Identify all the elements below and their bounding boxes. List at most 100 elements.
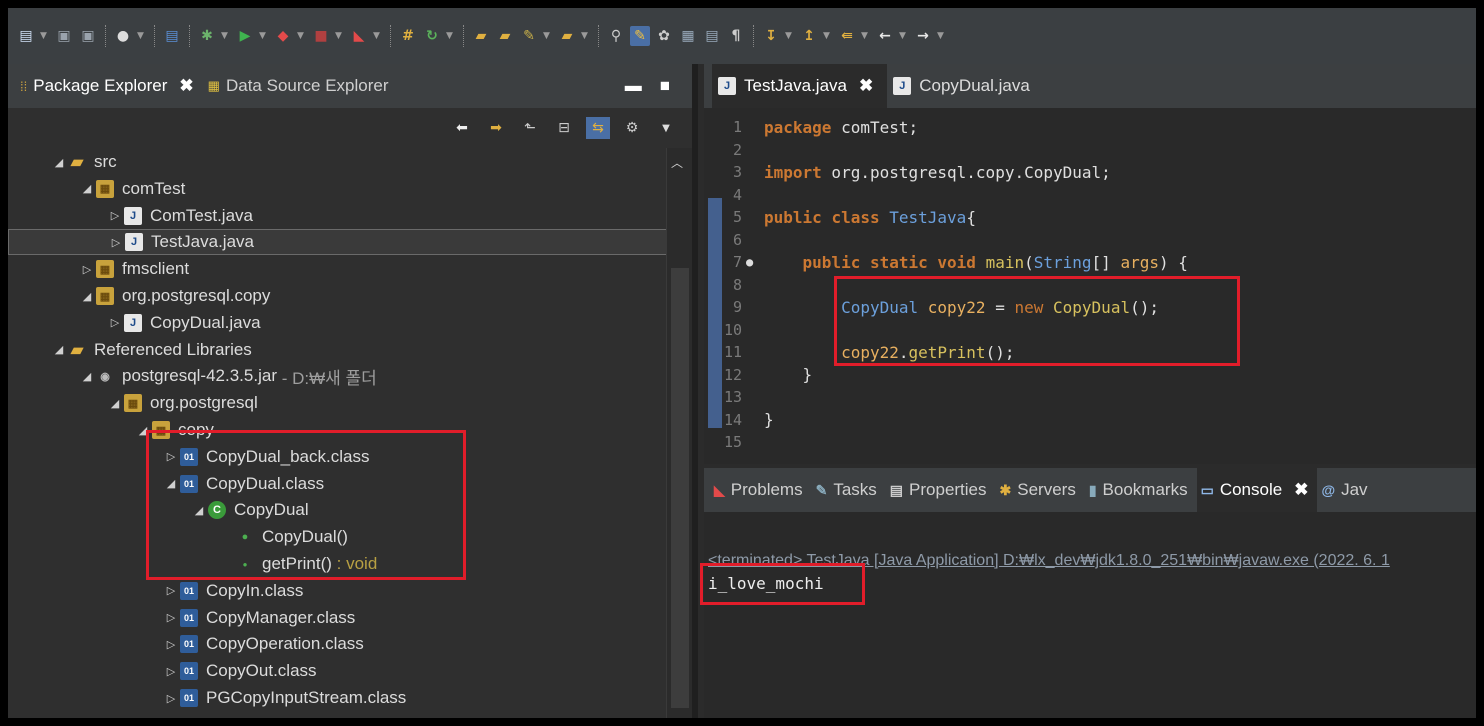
collapse-all-icon[interactable]: ⊟: [552, 117, 576, 139]
new-icon[interactable]: ▤: [16, 26, 36, 46]
tab-console[interactable]: ▭ Console ✖: [1196, 468, 1318, 512]
tab-bookmarks[interactable]: ▮ Bookmarks: [1085, 468, 1197, 512]
chevron-down-icon[interactable]: ▼: [335, 31, 345, 41]
chevron-down-icon[interactable]: ▼: [543, 31, 553, 41]
tree-item[interactable]: ◢ ▦ comTest: [8, 176, 668, 202]
expanded-arrow-icon[interactable]: ◢: [50, 343, 68, 356]
up-icon[interactable]: ⬑: [518, 117, 542, 139]
collapsed-arrow-icon[interactable]: ▷: [78, 263, 96, 276]
close-icon[interactable]: ✖: [1294, 480, 1308, 500]
back-icon[interactable]: ←: [875, 26, 895, 46]
tab-properties[interactable]: ▤ Properties: [886, 468, 996, 512]
close-icon[interactable]: ✖: [179, 76, 193, 96]
chevron-down-icon[interactable]: ▼: [446, 31, 456, 41]
collapsed-arrow-icon[interactable]: ▷: [107, 236, 125, 249]
prev-annotation-icon[interactable]: ↥: [799, 26, 819, 46]
tab-servers[interactable]: ✱ Servers: [996, 468, 1085, 512]
tree-item[interactable]: ◢ ◉ postgresql-42.3.5.jar - D:₩새 폴더: [8, 363, 668, 389]
run-icon[interactable]: ▶: [235, 26, 255, 46]
code-line[interactable]: 6: [704, 229, 1476, 251]
expanded-arrow-icon[interactable]: ◢: [134, 424, 152, 437]
tree-item[interactable]: ▷ J TestJava.java: [8, 229, 668, 256]
chevron-up-icon[interactable]: ︿: [671, 154, 683, 171]
highlight-icon[interactable]: ✎: [630, 26, 650, 46]
code-line[interactable]: 13: [704, 386, 1476, 408]
tree-item[interactable]: ▷ J CopyDual.java: [8, 310, 668, 336]
tree-item[interactable]: ▷ 01 CopyManager.class: [8, 605, 668, 631]
code-line[interactable]: 12 }: [704, 364, 1476, 386]
code-line[interactable]: 15: [704, 431, 1476, 453]
occurrence-icon[interactable]: ✿: [654, 26, 674, 46]
block-icon[interactable]: ▤: [702, 26, 722, 46]
tree-item[interactable]: ▷ 01 CopyOperation.class: [8, 631, 668, 657]
expanded-arrow-icon[interactable]: ◢: [78, 290, 96, 303]
chevron-down-icon[interactable]: ▼: [259, 31, 269, 41]
tree-item[interactable]: ▷ 01 CopyIn.class: [8, 578, 668, 604]
refresh-icon[interactable]: ↻: [422, 26, 442, 46]
collapsed-arrow-icon[interactable]: ▷: [106, 316, 124, 329]
build-icon[interactable]: #: [398, 26, 418, 46]
tab-problems[interactable]: ◣ Problems: [710, 468, 812, 512]
fold-icon[interactable]: ●: [746, 255, 753, 269]
open-type-icon[interactable]: ▰: [495, 26, 515, 46]
outline-icon[interactable]: ▦: [678, 26, 698, 46]
tree-item[interactable]: ● CopyDual(): [8, 524, 668, 550]
save-all-icon[interactable]: ▣: [78, 26, 98, 46]
tree-item[interactable]: ▷ ▦ fmsclient: [8, 256, 668, 282]
expanded-arrow-icon[interactable]: ◢: [162, 477, 180, 490]
tree-item[interactable]: ▷ 01 CopyDual_back.class: [8, 444, 668, 470]
tree-item[interactable]: ● getPrint() : void: [8, 551, 668, 577]
code-line[interactable]: 3 import org.postgresql.copy.CopyDual;: [704, 161, 1476, 183]
pin-icon[interactable]: ⚲: [606, 26, 626, 46]
tree-item[interactable]: ◢ ▦ org.postgresql.copy: [8, 283, 668, 309]
collapsed-arrow-icon[interactable]: ▷: [106, 209, 124, 222]
scrollbar-thumb[interactable]: [671, 268, 689, 708]
editor-icon[interactable]: ▤: [162, 26, 182, 46]
filter-icon[interactable]: ⚙: [620, 117, 644, 139]
chevron-down-icon[interactable]: ▼: [297, 31, 307, 41]
collapsed-arrow-icon[interactable]: ▷: [162, 584, 180, 597]
code-line[interactable]: 4: [704, 184, 1476, 206]
code-line[interactable]: 8: [704, 274, 1476, 296]
chevron-down-icon[interactable]: ▼: [861, 31, 871, 41]
code-line[interactable]: 10: [704, 319, 1476, 341]
collapsed-arrow-icon[interactable]: ▷: [162, 638, 180, 651]
tree-item[interactable]: ◢ ▦ org.postgresql: [8, 390, 668, 416]
tree-item[interactable]: ◢ ▰ src: [8, 149, 668, 175]
code-line[interactable]: 5 public class TestJava{: [704, 206, 1476, 228]
expanded-arrow-icon[interactable]: ◢: [78, 370, 96, 383]
chevron-down-icon[interactable]: ▼: [221, 31, 231, 41]
chevron-down-icon[interactable]: ▼: [373, 31, 383, 41]
chevron-down-icon[interactable]: ▼: [40, 31, 50, 41]
code-line[interactable]: 11 copy22.getPrint();: [704, 341, 1476, 363]
expanded-arrow-icon[interactable]: ◢: [106, 397, 124, 410]
close-icon[interactable]: ✖: [859, 76, 873, 96]
user-icon[interactable]: ●: [113, 26, 133, 46]
code-line[interactable]: 14}: [704, 409, 1476, 431]
chevron-down-icon[interactable]: ▼: [899, 31, 909, 41]
back-icon[interactable]: ⬅: [450, 117, 474, 139]
minimize-icon[interactable]: ▬: [625, 76, 642, 96]
tree-item[interactable]: ◢ 01 CopyDual.class: [8, 471, 668, 497]
tree-item[interactable]: ◢ ▦ copy: [8, 417, 668, 443]
tab-jav[interactable]: @ Jav: [1317, 468, 1376, 512]
tree-item[interactable]: ◢ ▰ Referenced Libraries: [8, 337, 668, 363]
forward-icon[interactable]: →: [913, 26, 933, 46]
tab-package-explorer[interactable]: ⁞⁞ Package Explorer ✖: [16, 64, 204, 108]
run-config-icon[interactable]: ◆: [273, 26, 293, 46]
brush-icon[interactable]: ✎: [519, 26, 539, 46]
code-line[interactable]: 1 package comTest;: [704, 116, 1476, 138]
tab-data-source-explorer[interactable]: ▦ Data Source Explorer: [204, 64, 399, 108]
view-menu-icon[interactable]: ▼: [654, 117, 678, 139]
open-folder-icon[interactable]: ▰: [471, 26, 491, 46]
expanded-arrow-icon[interactable]: ◢: [78, 182, 96, 195]
collapsed-arrow-icon[interactable]: ▷: [162, 665, 180, 678]
chevron-down-icon[interactable]: ▼: [137, 31, 147, 41]
stop-icon[interactable]: ■: [311, 26, 331, 46]
collapsed-arrow-icon[interactable]: ▷: [162, 611, 180, 624]
last-edit-icon[interactable]: ⇚: [837, 26, 857, 46]
collapsed-arrow-icon[interactable]: ▷: [162, 450, 180, 463]
chevron-down-icon[interactable]: ▼: [785, 31, 795, 41]
next-annotation-icon[interactable]: ↧: [761, 26, 781, 46]
tree-item[interactable]: ▷ 01 CopyOut.class: [8, 658, 668, 684]
